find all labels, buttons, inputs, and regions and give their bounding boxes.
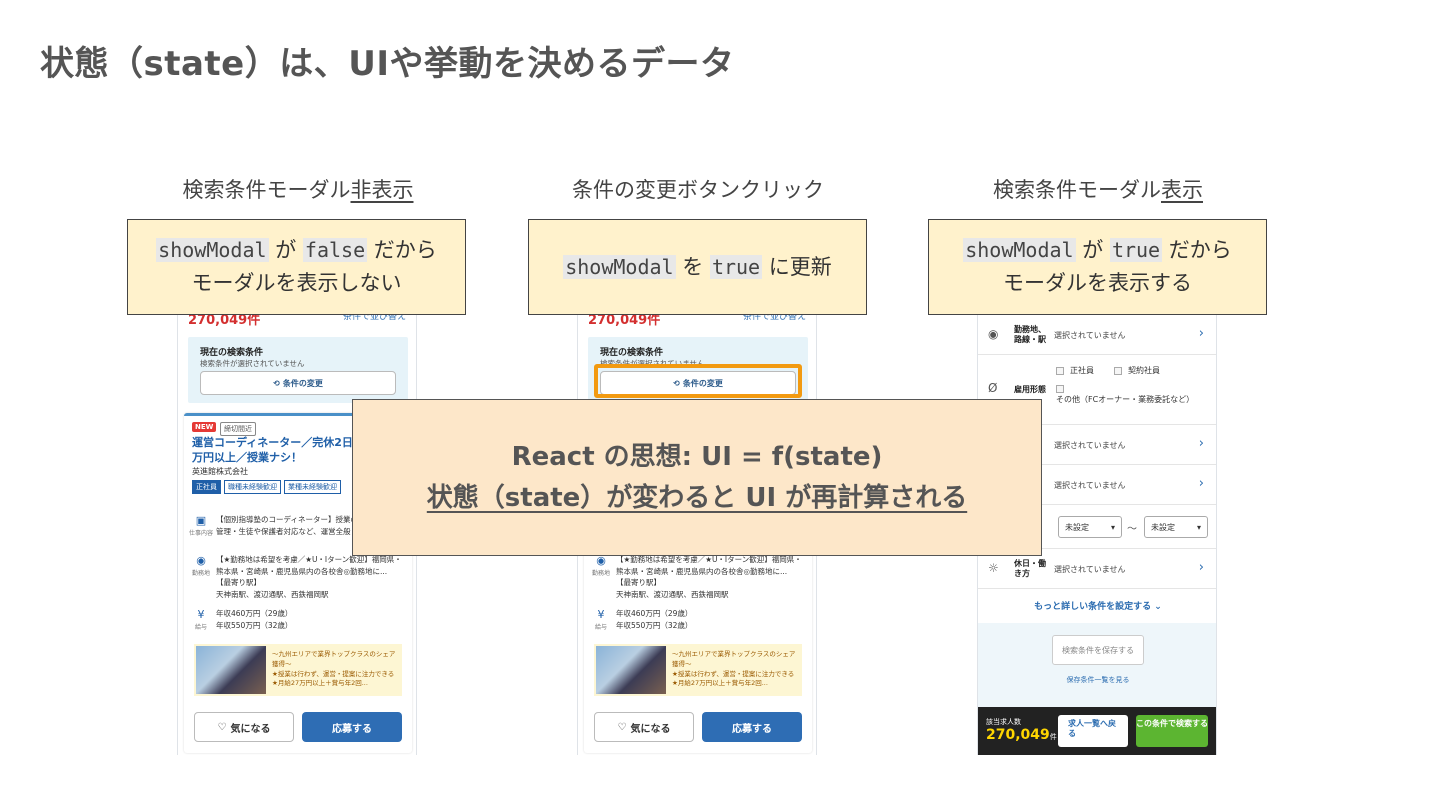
promo-text: ★授業は行わず、運営・提案に注力できる <box>672 669 795 678</box>
location-filter-value: 選択されていません <box>1054 331 1126 340</box>
salary-row: ¥ 給与 年収460万円（29歳） 年収550万円（32歳） <box>592 608 806 631</box>
favorite-label: 気になる <box>630 723 671 735</box>
employment-filter-label: 雇用形態 <box>1014 385 1046 394</box>
location-row: ◉ 勤務地 【★勤務地は希望を考慮／★U・Iターン歓迎】福岡県・熊本県・宮崎県・鹿… <box>192 554 406 601</box>
save-conditions-area: 検索条件を保存する 保存条件一覧を見る <box>978 623 1216 707</box>
change-conditions-label: 条件の変更 <box>282 378 323 388</box>
column-title-shown: 検索条件モーダル表示 <box>993 178 1203 202</box>
range-min-select[interactable]: 未設定 ▾ <box>1058 516 1122 538</box>
pin-icon: ◉ 勤務地 <box>592 554 611 577</box>
promo-text: ★月給27万円以上＋賞与年2回... <box>672 679 768 688</box>
location-text: 【★勤務地は希望を考慮／★U・Iターン歓迎】福岡県・熊本県・宮崎県・鹿児島県内の… <box>216 555 402 576</box>
holiday-filter-label: 休日・働き方 <box>1014 559 1046 579</box>
tag: 職種未経験歓迎 <box>224 480 281 494</box>
salary-line: 年収460万円（29歳） <box>616 609 693 618</box>
salary-line: 年収550万円（32歳） <box>216 620 293 630</box>
location-filter-label: 勤務地、路線・駅 <box>1014 325 1046 345</box>
total-label: 該当求人数 <box>986 718 1021 726</box>
promo-text: 〜九州エリアで業界トップクラスのシェア獲得〜 <box>272 650 396 668</box>
tag: 正社員 <box>192 480 221 494</box>
chevron-down-icon: ⌄ <box>1154 602 1162 612</box>
slide-title: 状態（state）は、UIや挙動を決めるデータ <box>40 44 735 84</box>
favorite-button[interactable]: ♡ 気になる <box>594 712 694 742</box>
promo-image <box>596 646 666 694</box>
favorite-button[interactable]: ♡ 気になる <box>194 712 294 742</box>
state-note-update: showModal を true に更新 <box>528 219 867 315</box>
job-tags: 正社員 職種未経験歓迎 業種未経験歓迎 <box>192 480 341 494</box>
yen-icon: ¥ 給与 <box>194 608 207 631</box>
promo-image <box>196 646 266 694</box>
current-conditions-title: 現在の検索条件 <box>200 348 264 358</box>
callout-line1: React の思想: UI = f(state) <box>511 442 883 473</box>
current-conditions-subtitle: 検索条件が選択されていません <box>200 359 305 368</box>
promo-text: 〜九州エリアで業界トップクラスのシェア獲得〜 <box>672 650 796 668</box>
deadline-badge: 締切間近 <box>220 422 256 436</box>
callout-line2: 状態（state）が変わると UI が再計算される <box>426 482 968 513</box>
current-conditions-title: 現在の検索条件 <box>600 348 664 358</box>
salary-line: 年収550万円（32歳） <box>616 620 693 630</box>
location-filter-row[interactable]: ◉ 勤務地、路線・駅 選択されていません › <box>978 315 1216 355</box>
total-count: 270,049件 <box>986 727 1057 743</box>
save-conditions-button[interactable]: 検索条件を保存する <box>1052 635 1144 665</box>
yen-icon: ¥ 給与 <box>594 608 607 631</box>
chevron-right-icon: › <box>1198 436 1204 451</box>
apply-button[interactable]: 応募する <box>702 712 802 742</box>
refresh-icon: ⟲ <box>273 378 280 388</box>
state-note-false: showModal が false だから モーダルを表示しない <box>127 219 466 315</box>
employment-option[interactable]: その他（FCオーナー・業務委託など） <box>1056 383 1206 405</box>
heart-icon: ♡ <box>217 721 227 733</box>
tag: 業種未経験歓迎 <box>284 480 341 494</box>
new-badge: NEW <box>192 422 217 432</box>
more-conditions-link[interactable]: もっと詳しい条件を設定する ⌄ <box>978 599 1216 612</box>
change-conditions-button[interactable]: ⟲ 条件の変更 <box>200 371 396 395</box>
briefcase-icon: ▣仕事内容 <box>189 514 214 537</box>
pin-icon: ◉ <box>988 327 999 341</box>
employment-option[interactable]: 契約社員 <box>1114 365 1160 376</box>
range-separator: 〜 <box>1127 524 1137 535</box>
filter-value: 選択されていません <box>1054 441 1126 450</box>
tie-icon: Ø <box>988 381 998 395</box>
current-conditions-panel: 現在の検索条件 検索条件が選択されていません ⟲ 条件の変更 <box>188 337 408 403</box>
chevron-right-icon: › <box>1198 476 1204 491</box>
salary-row: ¥ 給与 年収460万円（29歳） 年収550万円（32歳） <box>192 608 406 631</box>
caret-down-icon: ▾ <box>1110 522 1115 532</box>
station-text: 天神南駅、渡辺通駅、西鉄福岡駅 <box>616 589 729 599</box>
favorite-label: 気になる <box>230 723 271 735</box>
location-row: ◉ 勤務地 【★勤務地は希望を考慮／★U・Iターン歓迎】福岡県・熊本県・宮崎県・鹿… <box>592 554 806 601</box>
bottom-action-bar: 該当求人数 270,049件 求人一覧へ戻る この条件で検索する <box>978 707 1216 755</box>
caret-down-icon: ▾ <box>1196 522 1201 532</box>
chevron-right-icon: › <box>1198 326 1204 341</box>
station-label: 【最寄り駅】 <box>616 578 661 588</box>
promo-text: ★授業は行わず、運営・提案に注力できる <box>272 669 395 678</box>
holiday-filter-value: 選択されていません <box>1054 565 1126 574</box>
back-to-list-button[interactable]: 求人一覧へ戻る <box>1058 715 1128 747</box>
station-label: 【最寄り駅】 <box>216 578 261 588</box>
filter-value: 選択されていません <box>1054 481 1126 490</box>
click-highlight <box>594 364 802 398</box>
promo-banner: 〜九州エリアで業界トップクラスのシェア獲得〜 ★授業は行わず、運営・提案に注力でき… <box>594 644 802 696</box>
state-note-true: showModal が true だから モーダルを表示する <box>928 219 1267 315</box>
column-title-hidden: 検索条件モーダル非表示 <box>182 178 414 202</box>
station-text: 天神南駅、渡辺通駅、西鉄福岡駅 <box>216 589 329 599</box>
promo-banner: 〜九州エリアで業界トップクラスのシェア獲得〜 ★授業は行わず、運営・提案に注力でき… <box>194 644 402 696</box>
salary-line: 年収460万円（29歳） <box>216 609 293 618</box>
pin-icon: ◉ 勤務地 <box>192 554 211 577</box>
range-max-select[interactable]: 未設定 ▾ <box>1144 516 1208 538</box>
location-text: 【★勤務地は希望を考慮／★U・Iターン歓迎】福岡県・熊本県・宮崎県・鹿児島県内の… <box>616 555 802 576</box>
sun-icon: ☼ <box>988 561 999 575</box>
promo-text: ★月給27万円以上＋賞与年2回... <box>272 679 368 688</box>
chevron-right-icon: › <box>1198 560 1204 575</box>
search-with-conditions-button[interactable]: この条件で検索する <box>1136 715 1208 747</box>
heart-icon: ♡ <box>617 721 627 733</box>
saved-conditions-link[interactable]: 保存条件一覧を見る <box>978 675 1216 685</box>
company-name: 英進館株式会社 <box>192 467 248 476</box>
employment-option[interactable]: 正社員 <box>1056 365 1094 376</box>
apply-button[interactable]: 応募する <box>302 712 402 742</box>
react-philosophy-callout: React の思想: UI = f(state) 状態（state）が変わると … <box>352 399 1042 556</box>
column-title-click: 条件の変更ボタンクリック <box>572 178 824 202</box>
